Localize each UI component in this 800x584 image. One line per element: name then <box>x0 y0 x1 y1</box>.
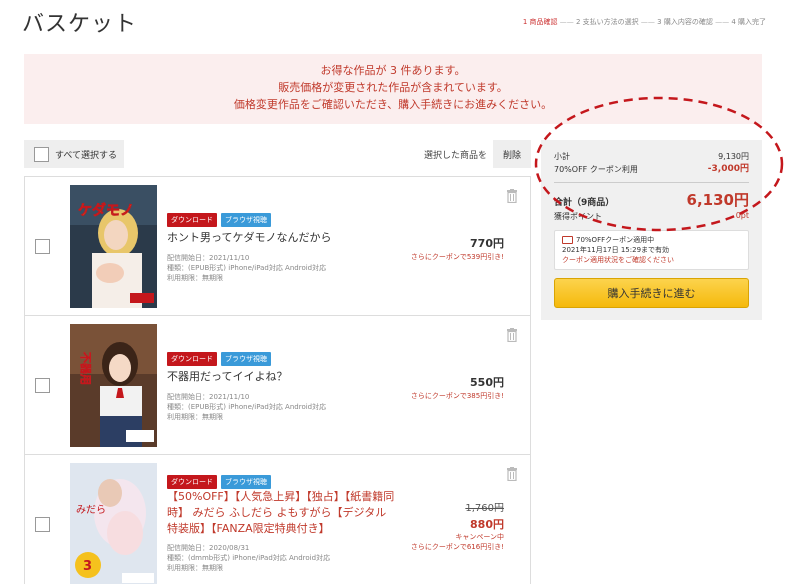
proceed-to-checkout-button[interactable]: 購入手続きに進む <box>554 278 749 308</box>
release-date: 配信開始日：2021/11/10 <box>167 393 250 401</box>
delete-button[interactable]: 削除 <box>493 140 531 168</box>
book-cover-image[interactable]: みだら 3 <box>70 463 157 584</box>
cart-item-list: ケダモノ ダウンロード ブラウザ視聴 ホント男ってケダモノなんだから 配信開始日… <box>24 176 531 584</box>
item-checkbox[interactable] <box>35 378 50 393</box>
campaign-info: キャンペーン中 さらにクーポンで616円引き! <box>411 532 504 552</box>
format-info: 種類：(EPUB形式) iPhone/iPad対応 Android対応 <box>167 264 327 272</box>
item-price: 880円 <box>470 518 504 531</box>
usage-period: 利用期限：無期限 <box>167 274 223 282</box>
cart-item: みだら 3 ダウンロード ブラウザ視聴 【50%OFF】【人気急上昇】【独占】【… <box>25 455 530 584</box>
item-checkbox[interactable] <box>35 517 50 532</box>
coupon-status-link[interactable]: クーポン適用状況をご確認ください <box>562 255 741 265</box>
subtotal-row: 小計 9,130円 <box>554 150 749 163</box>
page-title: バスケット <box>22 12 138 37</box>
coupon-expiry: 2021年11月17日 15:29まで有効 <box>562 246 670 254</box>
coupon-row: 70%OFF クーポン利用 -3,000円 <box>554 163 749 176</box>
item-checkbox[interactable] <box>35 239 50 254</box>
summary-divider <box>554 182 749 183</box>
svg-text:ケダモノ: ケダモノ <box>78 202 134 219</box>
item-title[interactable]: 不器用だってイイよね？ <box>167 369 407 385</box>
item-meta: 配信開始日：2021/11/10 種類：(EPUB形式) iPhone/iPad… <box>167 392 326 422</box>
item-meta: 配信開始日：2021/11/10 種類：(EPUB形式) iPhone/iPad… <box>167 253 326 283</box>
item-title[interactable]: 【50%OFF】【人気急上昇】【独占】【紙書籍同時】 みだら ふしだら よもすが… <box>167 489 397 537</box>
notice-banner: お得な作品が 3 件あります。 販売価格が変更された作品が含まれています。 価格… <box>24 54 762 124</box>
item-price: 550円 <box>470 376 504 389</box>
notice-line-1: お得な作品が 3 件あります。 <box>320 64 466 77</box>
coupon-status-box: 70%OFFクーポン適用中 2021年11月17日 15:29まで有効 クーポン… <box>554 230 749 270</box>
item-badges: ダウンロード ブラウザ視聴 <box>167 213 271 227</box>
download-badge: ダウンロード <box>167 213 217 227</box>
usage-period: 利用期限：無期限 <box>167 413 223 421</box>
step-separator: —— <box>640 18 655 26</box>
download-badge: ダウンロード <box>167 352 217 366</box>
total-value: 6,130円 <box>686 191 749 209</box>
coupon-ticket-icon <box>562 236 573 244</box>
campaign-label: キャンペーン中 <box>455 533 504 541</box>
format-info: 種類：(EPUB形式) iPhone/iPad対応 Android対応 <box>167 403 327 411</box>
coupon-discount-note: さらにクーポンで616円引き! <box>410 543 504 551</box>
select-all-button[interactable]: すべて選択する <box>24 140 124 168</box>
step-4: 4 購入完了 <box>731 18 766 26</box>
cart-toolbar: すべて選択する 選択した商品を 削除 <box>24 140 531 168</box>
total-label: 合計（9商品） <box>554 198 615 208</box>
svg-text:みだら: みだら <box>76 504 106 516</box>
download-badge: ダウンロード <box>167 475 217 489</box>
trash-icon[interactable] <box>506 467 518 481</box>
item-badges: ダウンロード ブラウザ視聴 <box>167 475 271 489</box>
browser-view-badge: ブラウザ視聴 <box>221 352 271 366</box>
step-separator: —— <box>559 18 574 26</box>
notice-line-2: 販売価格が変更された作品が含まれています。 <box>278 81 508 94</box>
points-value: 0pt <box>735 211 749 220</box>
cart-item: ケダモノ ダウンロード ブラウザ視聴 ホント男ってケダモノなんだから 配信開始日… <box>25 177 530 316</box>
format-info: 種類：(dmmb形式) iPhone/iPad対応 Android対応 <box>167 554 331 562</box>
points-label: 獲得ポイント <box>554 212 602 221</box>
select-all-label: すべて選択する <box>55 150 118 161</box>
book-cover-image[interactable]: ケダモノ <box>70 185 157 308</box>
browser-view-badge: ブラウザ視聴 <box>221 475 271 489</box>
original-price: 1,760円 <box>465 503 504 514</box>
svg-text:不器用: 不器用 <box>79 352 92 385</box>
step-2: 2 支払い方法の選択 <box>576 18 639 26</box>
step-separator: —— <box>715 18 730 26</box>
coupon-status-label: 70%OFFクーポン適用中 <box>576 236 655 244</box>
svg-text:3: 3 <box>83 559 92 574</box>
item-title[interactable]: ホント男ってケダモノなんだから <box>167 230 407 246</box>
coupon-value: -3,000円 <box>707 164 749 174</box>
item-badges: ダウンロード ブラウザ視聴 <box>167 352 271 366</box>
total-row: 合計（9商品） 6,130円 <box>554 189 749 210</box>
coupon-discount-note: さらにクーポンで539円引き! <box>410 253 504 261</box>
item-price: 770円 <box>470 237 504 250</box>
release-date: 配信開始日：2021/11/10 <box>167 254 250 262</box>
order-summary: 小計 9,130円 70%OFF クーポン利用 -3,000円 合計（9商品） … <box>541 140 762 320</box>
step-1: 1 商品確認 <box>522 18 558 26</box>
trash-icon[interactable] <box>506 189 518 203</box>
subtotal-label: 小計 <box>554 152 570 161</box>
step-3: 3 購入内容の確認 <box>657 18 713 26</box>
item-meta: 配信開始日：2020/08/31 種類：(dmmb形式) iPhone/iPad… <box>167 543 330 573</box>
select-all-checkbox[interactable] <box>34 146 49 162</box>
selected-items-label: 選択した商品を <box>423 151 487 161</box>
checkout-steps: 1 商品確認 —— 2 支払い方法の選択 —— 3 購入内容の確認 —— 4 購… <box>523 17 766 27</box>
browser-view-badge: ブラウザ視聴 <box>221 213 271 227</box>
cart-item: 不器用 ダウンロード ブラウザ視聴 不器用だってイイよね？ 配信開始日：2021… <box>25 316 530 455</box>
release-date: 配信開始日：2020/08/31 <box>167 544 250 552</box>
subtotal-value: 9,130円 <box>718 152 749 161</box>
coupon-discount-note: さらにクーポンで385円引き! <box>410 392 504 400</box>
coupon-label: 70%OFF クーポン利用 <box>554 165 638 174</box>
points-row: 獲得ポイント 0pt <box>554 211 749 222</box>
notice-line-3: 価格変更作品をご確認いただき、購入手続きにお進みください。 <box>233 98 553 111</box>
usage-period: 利用期限：無期限 <box>167 564 223 572</box>
book-cover-image[interactable]: 不器用 <box>70 324 157 447</box>
trash-icon[interactable] <box>506 328 518 342</box>
